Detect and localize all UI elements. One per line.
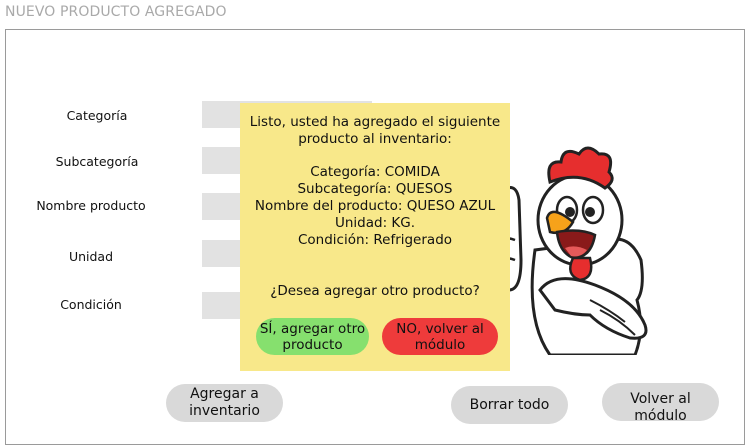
product-name-label: Nombre producto [36, 198, 146, 213]
detail-subcategory: Subcategoría: QUESOS [297, 181, 453, 197]
unit-label: Unidad [68, 249, 114, 264]
detail-product-name: Nombre del producto: QUESO AZUL [254, 198, 496, 214]
detail-category: Categoría: COMIDA [310, 164, 440, 180]
dialog-details: Categoría: COMIDA Subcategoría: QUESOS N… [240, 164, 510, 249]
detail-condition: Condición: Refrigerado [297, 232, 453, 248]
detail-unit: Unidad: KG. [334, 215, 416, 231]
condition-label: Condición [60, 297, 122, 312]
yes-add-another-button[interactable]: SÍ, agregar otro producto [256, 318, 369, 355]
window-title: NUEVO PRODUCTO AGREGADO [5, 4, 227, 20]
category-label: Categoría [66, 108, 128, 123]
back-to-module-button[interactable]: Volver al módulo [602, 383, 719, 424]
dialog-intro: Listo, usted ha agregado el siguiente pr… [249, 114, 501, 147]
confirmation-dialog: Listo, usted ha agregado el siguiente pr… [240, 103, 510, 371]
add-to-inventory-button[interactable]: Agregar a inventario [166, 384, 283, 422]
rooster-thumbs-up-icon [495, 146, 648, 355]
clear-all-button[interactable]: Borrar todo [451, 386, 568, 424]
dialog-question: ¿Desea agregar otro producto? [270, 283, 480, 299]
no-back-to-module-button[interactable]: NO, volver al módulo [382, 318, 498, 355]
subcategory-label: Subcategoría [55, 154, 139, 169]
